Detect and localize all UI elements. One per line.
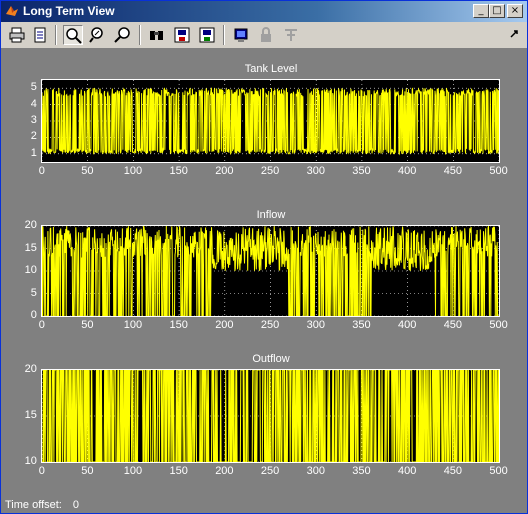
export-icon[interactable] — [197, 25, 217, 45]
x-tick-label: 100 — [123, 319, 143, 331]
time-offset-label: Time offset: — [5, 499, 62, 511]
x-tick-label: 150 — [169, 319, 188, 331]
toolbar-separator — [223, 25, 225, 45]
x-tick-label: 300 — [306, 465, 325, 477]
x-tick-label: 0 — [38, 319, 45, 331]
close-button[interactable]: × — [507, 4, 523, 18]
chart-axes[interactable] — [41, 225, 500, 317]
x-tick-label: 400 — [398, 165, 417, 177]
x-tick-label: 500 — [489, 319, 508, 331]
time-offset: Time offset: 0 — [5, 499, 79, 511]
x-tick-label: 50 — [81, 319, 94, 331]
scope-window: Long Term View _ □ × Tank Level 0 50 100… — [0, 0, 528, 514]
x-tick-label: 250 — [260, 319, 280, 331]
x-tick-label: 500 — [489, 165, 508, 177]
print-icon[interactable] — [7, 25, 27, 45]
matlab-icon — [6, 6, 18, 16]
minimize-button[interactable]: _ — [473, 4, 489, 18]
y-tick-label: 15 — [24, 409, 37, 421]
x-tick-label: 350 — [352, 465, 371, 477]
scope-params-icon[interactable] — [231, 25, 251, 45]
y-tick-label: 20 — [24, 219, 37, 231]
toolbar — [1, 22, 527, 49]
y-tick-label: 20 — [24, 363, 37, 375]
x-tick-label: 500 — [489, 465, 508, 477]
toolbar-separator — [55, 25, 57, 45]
y-tick-label: 15 — [24, 241, 37, 254]
x-tick-label: 350 — [352, 165, 371, 177]
x-tick-label: 150 — [169, 165, 188, 177]
zoom-in-icon[interactable] — [88, 25, 108, 45]
x-tick-label: 50 — [81, 165, 94, 177]
y-tick-label: 5 — [30, 286, 37, 299]
y-tick-label: 5 — [30, 81, 37, 94]
save-icon[interactable] — [172, 25, 192, 45]
y-tick-label: 0 — [30, 309, 37, 321]
x-tick-label: 450 — [443, 165, 463, 177]
plot-area: Tank Level 0 50 100 150 200 250 300 350 400 450 500… — [1, 49, 527, 513]
x-tick-label: 250 — [260, 465, 280, 477]
zoom-icon[interactable] — [63, 25, 83, 45]
chart-plot — [42, 226, 499, 316]
title-bar[interactable]: Long Term View _ □ × — [1, 1, 527, 22]
chart-title: Inflow — [256, 209, 286, 221]
x-tick-label: 200 — [215, 319, 234, 331]
chart-plot — [42, 80, 499, 162]
signal-trace — [42, 370, 499, 462]
x-tick-label: 200 — [215, 165, 234, 177]
maximize-button[interactable]: □ — [489, 4, 505, 18]
x-tick-label: 250 — [260, 165, 280, 177]
x-tick-label: 100 — [123, 165, 143, 177]
x-tick-label: 450 — [443, 319, 463, 331]
x-tick-label: 50 — [81, 465, 94, 477]
window-title: Long Term View — [23, 4, 115, 18]
y-tick-label: 10 — [24, 455, 37, 467]
y-tick-label: 10 — [24, 264, 37, 276]
x-tick-label: 100 — [123, 465, 143, 477]
zoom-out-icon[interactable] — [113, 25, 133, 45]
print-preview-icon[interactable] — [30, 25, 50, 45]
x-tick-label: 0 — [38, 165, 45, 177]
x-tick-label: 400 — [398, 319, 417, 331]
find-icon[interactable] — [147, 25, 167, 45]
x-tick-label: 150 — [169, 465, 188, 477]
toolbar-separator — [139, 25, 141, 45]
signal-select-icon[interactable] — [281, 25, 301, 45]
chart-axes[interactable] — [41, 369, 500, 463]
x-tick-label: 450 — [443, 465, 463, 477]
x-tick-label: 300 — [306, 319, 325, 331]
chart-title: Tank Level — [244, 63, 298, 75]
y-tick-label: 2 — [30, 130, 37, 143]
chart-title: Outflow — [252, 353, 290, 365]
x-tick-label: 300 — [306, 165, 325, 177]
time-offset-value: 0 — [72, 499, 80, 511]
dock-icon[interactable] — [505, 25, 525, 45]
x-tick-label: 350 — [352, 319, 371, 331]
x-tick-label: 200 — [215, 465, 234, 477]
y-tick-label: 4 — [30, 97, 37, 110]
x-tick-label: 0 — [38, 465, 45, 477]
x-tick-label: 400 — [398, 465, 417, 477]
chart-axes[interactable] — [41, 79, 500, 163]
y-tick-label: 3 — [30, 114, 37, 126]
lock-icon[interactable] — [256, 25, 276, 45]
chart-plot — [42, 370, 499, 462]
y-tick-label: 1 — [30, 146, 37, 159]
